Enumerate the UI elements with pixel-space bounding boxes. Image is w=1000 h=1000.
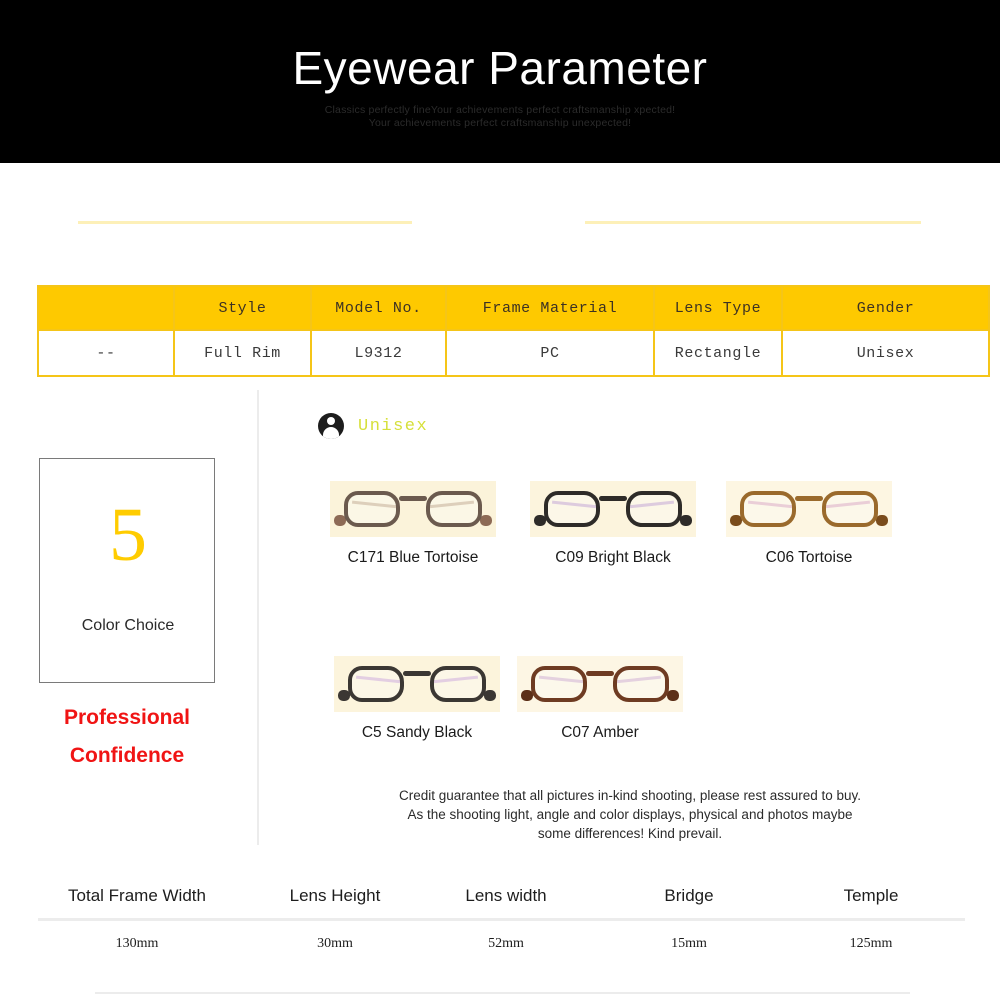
eyeglasses-photo (517, 656, 683, 712)
color-swatch-label: C09 Bright Black (555, 549, 671, 566)
glasses-hinge-right (876, 515, 888, 526)
glasses-bridge (399, 496, 427, 501)
table-header-cell-gender: Gender (781, 285, 990, 331)
measurement-label: Lens Height (289, 886, 381, 905)
measurements-divider (38, 918, 965, 921)
color-swatch[interactable]: C07 Amber (509, 656, 691, 742)
section-divider-vertical (257, 390, 259, 845)
table-header-cell-blank (37, 285, 175, 331)
glasses-bridge (403, 671, 431, 676)
color-choice-card: 5 Color Choice (39, 458, 215, 683)
table-cell-frame-material: PC (445, 329, 655, 377)
table-header-cell-lens-type: Lens Type (653, 285, 783, 331)
banner-subtitle-line-2: Your achievements perfect craftsmanship … (368, 117, 632, 129)
color-swatch-label: C07 Amber (561, 724, 639, 741)
banner-subtitle-line-1: Classics perfectly fineYour achievements… (324, 104, 676, 116)
gender-badge-label: Unisex (358, 416, 429, 436)
color-choice-caption: Color Choice (81, 617, 175, 634)
eyeglasses-photo (330, 481, 496, 537)
measurement-label: Total Frame Width (68, 886, 206, 905)
tagline-line-1: Professional (63, 706, 191, 729)
measurement-value: 15mm (671, 936, 707, 951)
tagline-line-2: Confidence (69, 744, 185, 767)
disclaimer-line-3: some differences! Kind prevail. (537, 826, 723, 841)
table-header-row: Style Model No. Frame Material Lens Type… (37, 285, 990, 331)
glasses-lens-left (544, 491, 600, 527)
glasses-bridge (795, 496, 823, 501)
disclaimer-line-1: Credit guarantee that all pictures in-ki… (398, 788, 861, 803)
footer-divider (95, 992, 910, 994)
glasses-lens-right (613, 666, 669, 702)
color-choice-count: 5 (109, 493, 147, 577)
table-cell-lens-type: Rectangle (653, 329, 783, 377)
eyeglasses-photo (530, 481, 696, 537)
glasses-lens-left (531, 666, 587, 702)
table-header-cell-style: Style (173, 285, 312, 331)
measurement-label: Lens width (465, 886, 547, 905)
glasses-lens-right (426, 491, 482, 527)
decorative-rule-right (585, 221, 921, 224)
table-cell-style: Full Rim (173, 329, 312, 377)
color-swatch[interactable]: C171 Blue Tortoise (322, 481, 504, 567)
table-value-row: -- Full Rim L9312 PC Rectangle Unisex (37, 329, 990, 377)
glasses-hinge-right (484, 690, 496, 701)
glasses-lens-left (344, 491, 400, 527)
table-header-cell-frame-material: Frame Material (445, 285, 655, 331)
measurement-value: 52mm (488, 936, 524, 951)
table-header-cell-model-no: Model No. (310, 285, 447, 331)
glasses-hinge-right (480, 515, 492, 526)
eyeglasses-photo (726, 481, 892, 537)
glasses-lens-right (822, 491, 878, 527)
glasses-lens-left (740, 491, 796, 527)
decorative-rule-left (78, 221, 412, 224)
measurement-value: 125mm (849, 936, 893, 951)
color-swatch-label: C171 Blue Tortoise (347, 549, 479, 566)
glasses-hinge-right (680, 515, 692, 526)
glasses-lens-right (626, 491, 682, 527)
gender-badge: Unisex (318, 413, 428, 439)
table-cell-model-no: L9312 (310, 329, 447, 377)
table-cell-gender: Unisex (781, 329, 990, 377)
header-banner: Eyewear Parameter Classics perfectly fin… (0, 0, 1000, 163)
color-swatch[interactable]: C5 Sandy Black (326, 656, 508, 742)
measurement-label: Temple (843, 886, 899, 905)
glasses-hinge-right (667, 690, 679, 701)
page-title: Eyewear Parameter (292, 42, 708, 94)
person-icon (318, 413, 344, 439)
eyeglasses-photo (334, 656, 500, 712)
measurement-value: 130mm (115, 936, 159, 951)
disclaimer-text: Credit guarantee that all pictures in-ki… (300, 786, 960, 843)
glasses-lens-left (348, 666, 404, 702)
disclaimer-line-2: As the shooting light, angle and color d… (407, 807, 853, 822)
color-swatch-label: C5 Sandy Black (361, 724, 473, 741)
measurement-value: 30mm (317, 936, 353, 951)
color-swatch-label: C06 Tortoise (765, 549, 853, 566)
measurement-label: Bridge (664, 886, 714, 905)
glasses-bridge (586, 671, 614, 676)
specification-table: Style Model No. Frame Material Lens Type… (37, 285, 990, 377)
glasses-bridge (599, 496, 627, 501)
table-cell-blank: -- (37, 329, 175, 377)
color-swatch[interactable]: C09 Bright Black (522, 481, 704, 567)
color-swatch[interactable]: C06 Tortoise (718, 481, 900, 567)
glasses-lens-right (430, 666, 486, 702)
